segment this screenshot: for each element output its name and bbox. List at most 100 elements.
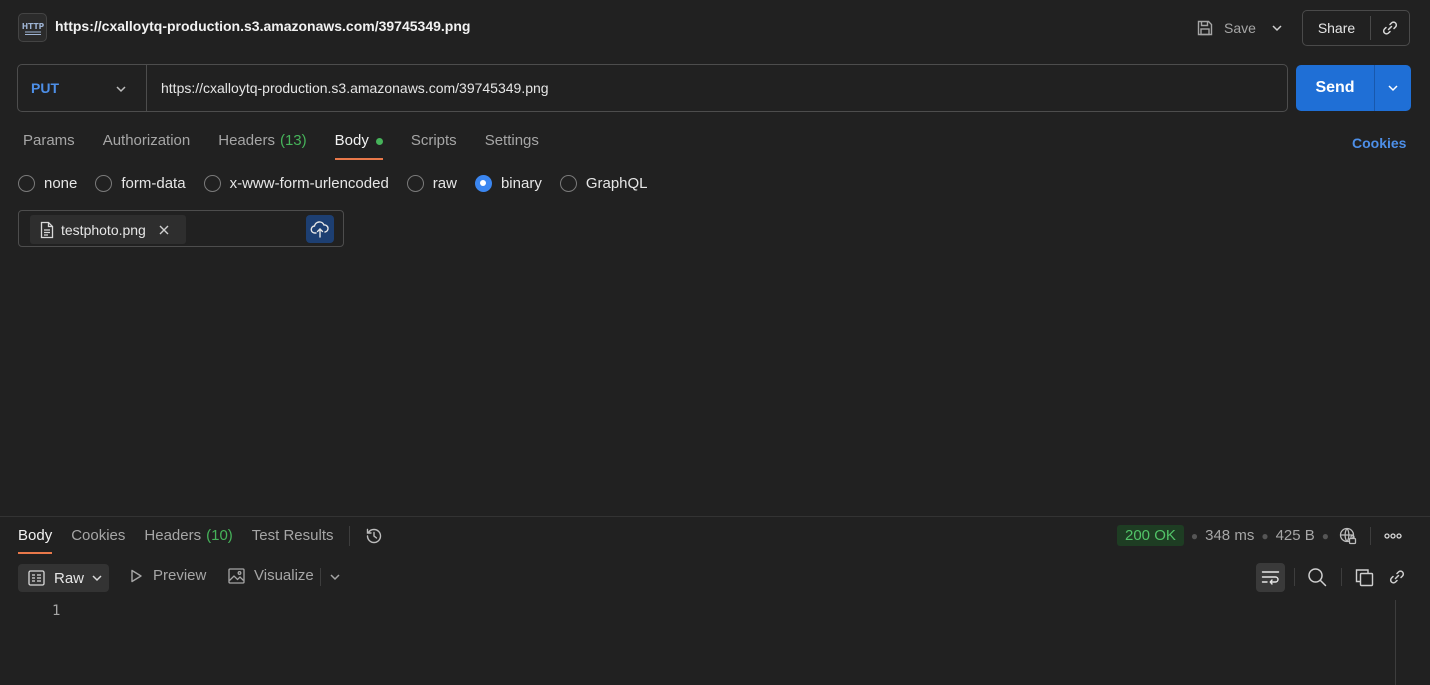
response-tabs: Body Cookies Headers (10) Test Results	[18, 524, 384, 554]
tab-response-headers[interactable]: Headers (10)	[144, 524, 232, 554]
divider	[1294, 568, 1295, 586]
visualize-options-button[interactable]	[328, 570, 342, 584]
save-label: Save	[1224, 20, 1256, 36]
request-header: HTTP https://cxalloytq-production.s3.ama…	[0, 0, 1430, 56]
radio-label: GraphQL	[585, 174, 648, 192]
view-mode-label: Raw	[54, 569, 85, 587]
divider	[320, 568, 321, 586]
radio-label: x-www-form-urlencoded	[229, 174, 389, 192]
chevron-down-icon	[328, 570, 342, 584]
tab-label: Test Results	[251, 527, 334, 544]
send-group: Send	[1296, 65, 1411, 111]
more-options-icon[interactable]	[1383, 531, 1403, 541]
separator-dot: ●	[1190, 528, 1199, 543]
response-time[interactable]: 348 ms	[1205, 527, 1254, 544]
radio-button[interactable]	[559, 174, 577, 192]
tab-response-cookies[interactable]: Cookies	[71, 524, 125, 554]
body-type-binary[interactable]: binary	[474, 174, 542, 192]
line-number: 1	[52, 603, 61, 619]
network-info-icon[interactable]	[1338, 526, 1358, 546]
request-title[interactable]: https://cxalloytq-production.s3.amazonaw…	[55, 18, 470, 34]
separator-dot: ●	[1321, 528, 1330, 543]
tab-label: Params	[23, 132, 75, 149]
history-button[interactable]	[364, 524, 384, 546]
copy-icon	[1355, 568, 1374, 587]
file-name: testphoto.png	[61, 221, 146, 238]
http-icon: HTTP	[18, 13, 47, 42]
headers-count: (13)	[279, 132, 307, 149]
body-type-graphql[interactable]: GraphQL	[559, 174, 648, 192]
radio-button[interactable]	[95, 174, 113, 192]
preview-button[interactable]: Preview	[128, 567, 206, 584]
tab-params[interactable]: Params	[23, 128, 75, 160]
radio-button[interactable]	[18, 174, 35, 192]
body-type-urlencoded[interactable]: x-www-form-urlencoded	[203, 174, 389, 192]
body-type-form-data[interactable]: form-data	[95, 174, 186, 192]
save-button[interactable]: Save	[1190, 11, 1290, 45]
svg-text:HTTP: HTTP	[22, 22, 44, 31]
copy-button[interactable]	[1353, 566, 1375, 588]
wrap-lines-button[interactable]	[1256, 563, 1285, 592]
chevron-down-icon	[1386, 81, 1400, 95]
body-type-raw[interactable]: raw	[406, 174, 457, 192]
tab-label: Headers	[218, 132, 275, 149]
tab-label: Settings	[484, 132, 539, 149]
tab-label: Body	[334, 132, 369, 149]
copy-link-button[interactable]	[1386, 566, 1408, 588]
cloud-upload-icon	[310, 220, 330, 238]
save-icon	[1196, 19, 1216, 37]
response-status-bar: 200 OK ● 348 ms ● 425 B ●	[1117, 524, 1403, 547]
file-icon	[40, 221, 54, 239]
editor-scrollbar[interactable]	[1395, 600, 1396, 685]
visualize-label: Visualize	[254, 567, 314, 584]
body-type-selector: none form-data x-www-form-urlencoded raw…	[18, 172, 666, 194]
body-type-none[interactable]: none	[18, 174, 77, 192]
tab-test-results[interactable]: Test Results	[252, 524, 334, 554]
cookies-link[interactable]: Cookies	[1352, 135, 1406, 151]
wrap-lines-icon	[1261, 570, 1280, 586]
tab-body[interactable]: Body	[334, 128, 384, 160]
tab-settings[interactable]: Settings	[485, 128, 539, 160]
radio-label: binary	[500, 174, 542, 192]
preview-label: Preview	[153, 567, 207, 584]
share-group: Share	[1302, 10, 1410, 46]
tab-label: Authorization	[102, 132, 191, 149]
pane-divider[interactable]	[0, 516, 1430, 517]
separator-dot: ●	[1261, 528, 1269, 543]
visualize-button[interactable]: Visualize	[228, 567, 314, 584]
tab-response-body[interactable]: Body	[18, 524, 53, 554]
status-badge[interactable]: 200 OK	[1117, 525, 1184, 546]
link-icon	[1388, 568, 1406, 586]
chevron-down-icon[interactable]	[1270, 21, 1284, 35]
tab-authorization[interactable]: Authorization	[103, 128, 191, 160]
tab-label: Headers	[144, 527, 202, 544]
radio-button[interactable]	[406, 174, 424, 192]
close-icon[interactable]	[158, 224, 170, 236]
search-icon	[1307, 567, 1327, 587]
file-picker: testphoto.png	[18, 210, 344, 247]
send-options-button[interactable]	[1375, 81, 1411, 95]
image-icon	[228, 567, 245, 584]
headers-count: (10)	[206, 527, 233, 544]
chevron-down-icon	[114, 82, 128, 96]
link-icon	[1381, 19, 1399, 37]
tab-label: Body	[18, 527, 53, 544]
method-select[interactable]: PUT	[18, 65, 147, 111]
radio-label: raw	[432, 174, 457, 192]
view-mode-select[interactable]: Raw	[18, 564, 109, 592]
radio-label: form-data	[121, 174, 186, 192]
share-button[interactable]: Share	[1303, 20, 1370, 36]
url-input[interactable]: https://cxalloytq-production.s3.amazonaw…	[147, 80, 549, 96]
raw-format-icon	[28, 570, 45, 586]
radio-button[interactable]	[474, 174, 492, 192]
tab-headers[interactable]: Headers (13)	[218, 128, 306, 160]
response-size[interactable]: 425 B	[1276, 527, 1315, 544]
copy-link-button[interactable]	[1371, 19, 1409, 37]
radio-button[interactable]	[203, 174, 221, 192]
send-button[interactable]: Send	[1296, 79, 1374, 97]
upload-button[interactable]	[306, 215, 334, 243]
chevron-down-icon	[90, 571, 104, 585]
search-button[interactable]	[1306, 566, 1328, 588]
modified-indicator	[375, 138, 383, 145]
tab-scripts[interactable]: Scripts	[411, 128, 457, 160]
